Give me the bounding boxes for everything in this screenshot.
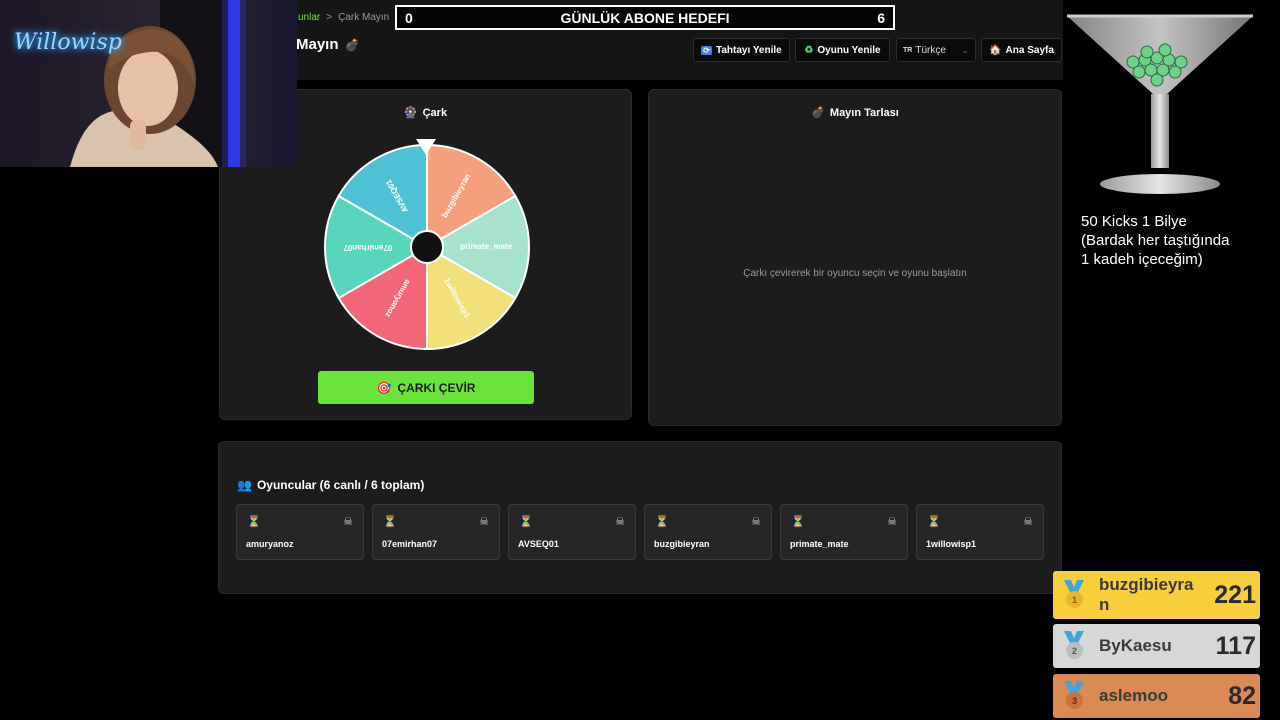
hourglass-icon: ⏳: [383, 516, 397, 528]
player-card[interactable]: ⏳ ☠ AVSEQ01: [508, 504, 636, 560]
skull-crossbones-icon: ☠: [751, 516, 761, 528]
daily-subscriber-goal: 0 GÜNLÜK ABONE HEDEFI 6: [395, 5, 895, 30]
minefield-panel-title: 💣 Mayın Tarlası: [649, 106, 1061, 119]
leaderboard-score: 221: [1214, 580, 1256, 609]
house-icon: 🏠: [989, 44, 1002, 56]
martini-glass-widget: [1063, 10, 1257, 200]
bronze-medal-icon: 3: [1061, 681, 1087, 711]
skull-crossbones-icon: ☠: [1023, 516, 1033, 528]
skull-crossbones-icon: ☠: [479, 516, 489, 528]
martini-glass-icon: [1067, 14, 1253, 194]
recycle-icon: ♻: [804, 44, 814, 56]
wheel-panel-title-text: Çark: [422, 107, 448, 119]
leaderboard-name: ByKaesu: [1099, 636, 1172, 655]
kicks-line-3: 1 kadeh içeceğim): [1081, 251, 1203, 268]
leaderboard-name: buzgibieyran: [1099, 575, 1194, 614]
hourglass-icon: ⏳: [247, 516, 261, 528]
leaderboard-name: aslemoo: [1099, 686, 1168, 705]
players-panel: 👥 Oyuncular (6 canlı / 6 toplam) ⏳ ☠ amur…: [218, 441, 1062, 594]
wheel-pointer: [416, 139, 436, 155]
player-card[interactable]: ⏳ ☠ buzgibieyran: [644, 504, 772, 560]
leaderboard-entry: 3 aslemoo 82: [1053, 674, 1260, 718]
webcam-feed: Willowisp: [0, 0, 297, 167]
players-title-text: Oyuncular (6 canlı / 6 toplam): [256, 478, 425, 492]
wheel-hub: [410, 230, 444, 264]
hourglass-icon: ⏳: [791, 516, 805, 528]
page-title: Mayın 💣: [296, 36, 359, 53]
goal-title: GÜNLÜK ABONE HEDEFI: [560, 9, 730, 26]
hourglass-icon: ⏳: [927, 516, 941, 528]
language-flag: TR: [903, 46, 913, 54]
players-title: 👥 Oyuncular (6 canlı / 6 toplam): [237, 478, 424, 492]
hourglass-icon: ⏳: [655, 516, 669, 528]
breadcrumb-current: Çark Mayın: [338, 12, 390, 23]
player-card[interactable]: ⏳ ☠ primate_mate: [780, 504, 908, 560]
leaderboard-entry: 2 ByKaesu 117: [1053, 624, 1260, 668]
home-label: Ana Sayfa: [1005, 44, 1054, 56]
chevron-down-icon: ⌄: [961, 44, 969, 55]
goal-current: 0: [405, 9, 413, 26]
player-name: 1willowisp1: [926, 539, 977, 549]
wheel-svg: buzgibieyranprimate_mate1willowisp1amury…: [324, 143, 530, 351]
prize-wheel[interactable]: buzgibieyran primate_mate 1willowisp1 amury…: [322, 142, 532, 352]
screen: unlar > Çark Mayın Mayın 💣 0 GÜNLÜK ABONE H…: [0, 0, 1280, 720]
page-title-text: Mayın: [296, 36, 339, 53]
player-name: primate_mate: [790, 539, 849, 549]
spin-wheel-button[interactable]: 🎯 ÇARKI ÇEVİR: [318, 371, 534, 404]
leaderboard-score: 117: [1215, 631, 1256, 660]
hourglass-icon: ⏳: [519, 516, 533, 528]
wheel-segment-label: 07emirhan07: [343, 243, 392, 252]
kicks-rule-text: 50 Kicks 1 Bilye (Bardak her taştığında …: [1081, 212, 1229, 269]
refresh-board-button[interactable]: ⟳ Tahtayı Yenile: [693, 38, 790, 62]
breadcrumb-separator: >: [326, 12, 333, 23]
home-button[interactable]: 🏠 Ana Sayfa: [981, 38, 1062, 62]
bomb-icon: 💣: [344, 38, 360, 52]
refresh-icon: ⟳: [701, 45, 712, 55]
minefield-panel: 💣 Mayın Tarlası Çarkı çevirerek bir oyunc…: [648, 89, 1062, 426]
leaderboard-score: 82: [1228, 681, 1256, 710]
breadcrumb-link[interactable]: unlar: [298, 12, 320, 23]
skull-crossbones-icon: ☠: [343, 516, 353, 528]
player-name: 07emirhan07: [382, 539, 438, 549]
ferris-wheel-icon: 🎡: [403, 107, 418, 119]
minefield-empty-message: Çarkı çevirerek bir oyuncu seçin ve oyun…: [743, 268, 967, 279]
kicks-line-1: 50 Kicks 1 Bilye: [1081, 213, 1187, 230]
player-name: AVSEQ01: [518, 539, 559, 549]
refresh-game-button[interactable]: ♻ Oyunu Yenile: [795, 38, 890, 62]
skull-crossbones-icon: ☠: [615, 516, 625, 528]
refresh-game-label: Oyunu Yenile: [817, 44, 881, 56]
refresh-board-label: Tahtayı Yenile: [715, 44, 782, 56]
webcam-image: [0, 0, 297, 167]
player-card[interactable]: ⏳ ☠ amuryanoz: [236, 504, 364, 560]
kicks-line-2: (Bardak her taştığında: [1081, 232, 1230, 249]
minefield-panel-title-text: Mayın Tarlası: [829, 107, 899, 119]
rank-number: 3: [1066, 692, 1083, 709]
player-card[interactable]: ⏳ ☠ 1willowisp1: [916, 504, 1044, 560]
rank-number: 1: [1066, 591, 1083, 608]
target-icon: 🎯: [376, 380, 392, 395]
player-name: amuryanoz: [246, 539, 294, 549]
leaderboard-entry: 1 buzgibieyran 221: [1053, 571, 1260, 619]
gold-medal-icon: 1: [1061, 580, 1087, 610]
skull-crossbones-icon: ☠: [887, 516, 897, 528]
breadcrumb: unlar > Çark Mayın: [298, 12, 389, 23]
goal-target: 6: [877, 9, 885, 26]
language-label: Türkçe: [915, 44, 946, 56]
bomb-icon: 💣: [811, 107, 825, 119]
wheel-segment-label: primate_mate: [460, 242, 513, 251]
rank-number: 2: [1066, 642, 1083, 659]
player-card[interactable]: ⏳ ☠ 07emirhan07: [372, 504, 500, 560]
language-select[interactable]: TR Türkçe ⌄: [896, 38, 976, 62]
silver-medal-icon: 2: [1061, 631, 1087, 661]
spin-wheel-label: ÇARKI ÇEVİR: [397, 380, 476, 395]
users-icon: 👥: [237, 478, 252, 492]
player-name: buzgibieyran: [654, 539, 710, 549]
streamer-neon-sign: Willowisp: [14, 30, 122, 55]
